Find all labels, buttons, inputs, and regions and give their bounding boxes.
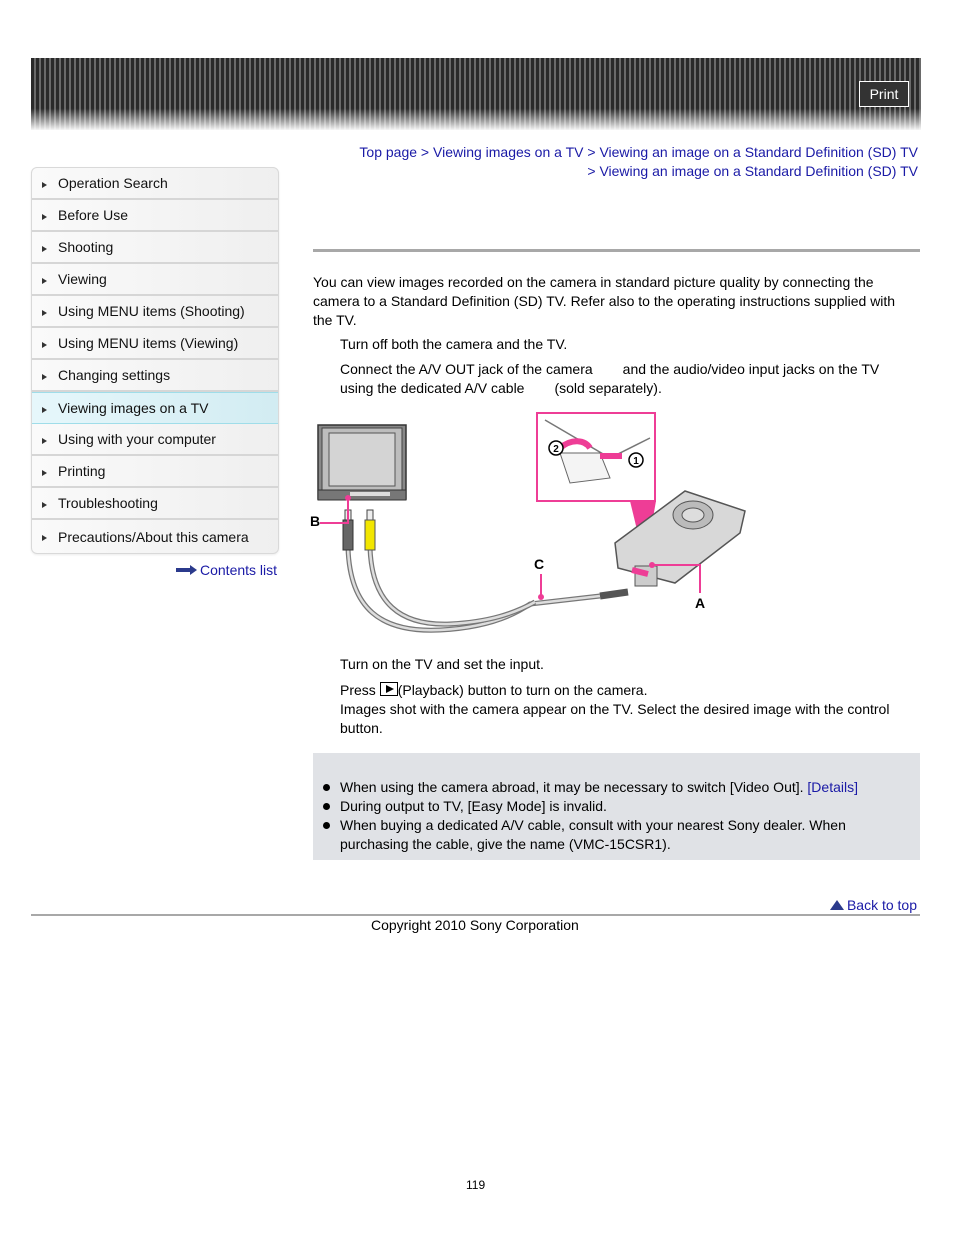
bullet-icon	[323, 784, 330, 791]
sidebar-item-label: Shooting	[58, 239, 114, 255]
sidebar-item-label: Before Use	[58, 207, 129, 223]
sidebar-item-viewing-on-tv[interactable]: Viewing images on a TV	[32, 392, 278, 424]
breadcrumb-viewing-tv[interactable]: Viewing images on a TV	[433, 144, 583, 160]
sidebar-item-label: Changing settings	[58, 367, 171, 383]
contents-list-link[interactable]: Contents list	[176, 562, 277, 578]
header-banner: Print	[31, 58, 921, 130]
playback-icon	[379, 682, 398, 696]
triangle-right-icon	[42, 277, 47, 284]
footer-divider	[31, 914, 920, 916]
sidebar-item-label: Troubleshooting	[58, 495, 158, 511]
step-3: Turn on the TV and set the input.	[340, 656, 544, 672]
sidebar-item-label: Using MENU items (Shooting)	[58, 303, 245, 319]
triangle-right-icon	[42, 406, 47, 413]
bullet-icon	[323, 822, 330, 829]
step-4: Press (Playback) button to turn on the c…	[340, 681, 915, 738]
note-text: During output to TV, [Easy Mode] is inva…	[340, 798, 607, 814]
step-4-text-b: (Playback) button to turn on the camera.	[397, 682, 648, 698]
sidebar-item-before-use[interactable]: Before Use	[32, 200, 278, 232]
details-link[interactable]: [Details]	[807, 779, 858, 795]
sidebar-item-operation-search[interactable]: Operation Search	[32, 168, 278, 200]
sidebar-item-viewing[interactable]: Viewing	[32, 264, 278, 296]
sidebar-item-menu-shooting[interactable]: Using MENU items (Shooting)	[32, 296, 278, 328]
sidebar-item-label: Using with your computer	[58, 431, 216, 447]
back-to-top-label: Back to top	[846, 897, 917, 913]
sidebar-item-label: Viewing	[58, 271, 107, 287]
contents-list-label: Contents list	[200, 562, 278, 578]
sidebar-item-label: Printing	[58, 463, 106, 479]
sidebar-item-computer[interactable]: Using with your computer	[32, 424, 278, 456]
label-c: C	[534, 556, 544, 572]
arrow-right-icon	[176, 565, 198, 575]
tv-illustration	[317, 424, 407, 501]
note-item: During output to TV, [Easy Mode] is inva…	[313, 797, 913, 816]
page-number: 119	[466, 1178, 486, 1192]
av-cable	[345, 547, 629, 633]
title-divider	[313, 249, 920, 252]
notes-box: When using the camera abroad, it may be …	[313, 753, 920, 860]
breadcrumb-separator: >	[420, 144, 430, 160]
note-text: When buying a dedicated A/V cable, consu…	[340, 817, 846, 852]
triangle-right-icon	[42, 309, 47, 316]
triangle-right-icon	[42, 245, 47, 252]
notes-list: When using the camera abroad, it may be …	[313, 778, 913, 854]
sidebar-item-label: Viewing images on a TV	[58, 400, 209, 416]
back-to-top-link[interactable]: Back to top	[829, 897, 917, 913]
triangle-right-icon	[42, 469, 47, 476]
breadcrumb-current[interactable]: Viewing an image on a Standard Definitio…	[599, 163, 918, 179]
step-2-marker: 2	[553, 444, 559, 455]
note-item: When buying a dedicated A/V cable, consu…	[313, 816, 913, 854]
step-2-text-c: (sold separately).	[554, 380, 662, 396]
copyright-text: Copyright 2010 Sony Corporation	[371, 917, 579, 933]
breadcrumb: Top page > Viewing images on a TV > View…	[358, 143, 918, 181]
triangle-right-icon	[42, 181, 47, 188]
breadcrumb-sd-tv[interactable]: Viewing an image on a Standard Definitio…	[599, 144, 918, 160]
sidebar-item-menu-viewing[interactable]: Using MENU items (Viewing)	[32, 328, 278, 360]
sidebar-item-precautions[interactable]: Precautions/About this camera	[32, 520, 278, 553]
breadcrumb-separator: >	[587, 163, 596, 179]
connection-diagram: 1 2 B C A	[310, 412, 746, 633]
sidebar-item-label: Operation Search	[58, 175, 168, 191]
label-a: A	[695, 595, 705, 611]
sidebar-nav: Operation Search Before Use Shooting Vie…	[31, 167, 279, 554]
label-b: B	[310, 513, 320, 529]
triangle-up-icon	[829, 900, 844, 910]
step-4-text-c: Images shot with the camera appear on th…	[340, 701, 890, 736]
bullet-icon	[323, 803, 330, 810]
breadcrumb-top-page[interactable]: Top page	[359, 144, 417, 160]
sidebar-item-shooting[interactable]: Shooting	[32, 232, 278, 264]
sidebar-item-label: Using MENU items (Viewing)	[58, 335, 239, 351]
triangle-right-icon	[42, 535, 47, 541]
breadcrumb-separator: >	[587, 144, 596, 160]
triangle-right-icon	[42, 341, 47, 348]
print-button[interactable]: Print	[859, 81, 909, 107]
triangle-right-icon	[42, 501, 47, 508]
sidebar-item-printing[interactable]: Printing	[32, 456, 278, 488]
intro-text: You can view images recorded on the came…	[313, 274, 896, 328]
sidebar-item-label: Precautions/About this camera	[58, 528, 249, 545]
step-4-text-a: Press	[340, 682, 376, 698]
step-1: Turn off both the camera and the TV.	[340, 336, 568, 352]
step-2: Connect the A/V OUT jack of the camera an…	[340, 360, 915, 398]
sidebar-item-troubleshooting[interactable]: Troubleshooting	[32, 488, 278, 520]
note-item: When using the camera abroad, it may be …	[313, 778, 913, 797]
step-2-text-a: Connect the A/V OUT jack of the camera	[340, 361, 593, 377]
triangle-right-icon	[42, 437, 47, 444]
triangle-right-icon	[42, 373, 47, 380]
triangle-right-icon	[42, 213, 47, 220]
note-text: When using the camera abroad, it may be …	[340, 779, 804, 795]
step-1-marker: 1	[633, 456, 639, 467]
sidebar-item-changing-settings[interactable]: Changing settings	[32, 360, 278, 392]
